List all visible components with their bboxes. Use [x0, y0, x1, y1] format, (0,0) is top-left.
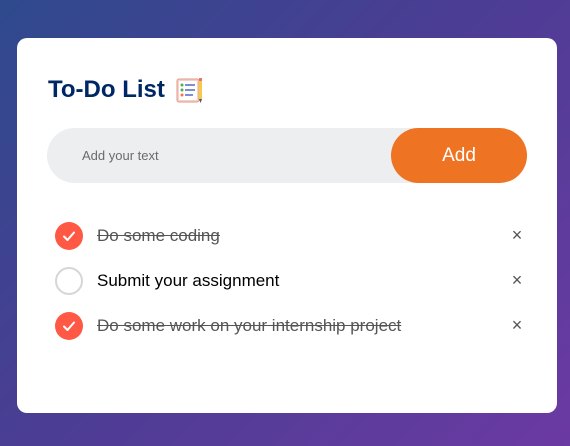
header: To-Do List: [48, 76, 205, 104]
checked-icon[interactable]: [55, 221, 83, 250]
task-input[interactable]: [47, 128, 391, 183]
list-item[interactable]: Do some coding ×: [55, 213, 525, 258]
todo-card: To-Do List Add Do some coding ×: [17, 38, 557, 413]
task-text: Do some work on your internship project: [97, 315, 402, 335]
delete-icon[interactable]: ×: [506, 225, 528, 247]
delete-icon[interactable]: ×: [506, 270, 528, 292]
page-title: To-Do List: [48, 76, 165, 103]
notepad-icon: [176, 78, 202, 103]
list-item[interactable]: Do some work on your internship project …: [55, 303, 525, 348]
checked-icon[interactable]: [55, 311, 83, 340]
list-item[interactable]: Submit your assignment ×: [55, 258, 525, 303]
task-list: Do some coding × Submit your assignment …: [55, 213, 525, 348]
task-text: Do some coding: [97, 225, 220, 245]
unchecked-icon[interactable]: [55, 266, 83, 295]
input-row: Add: [47, 128, 527, 183]
add-button[interactable]: Add: [391, 128, 527, 183]
delete-icon[interactable]: ×: [506, 315, 528, 337]
task-text: Submit your assignment: [97, 270, 280, 290]
